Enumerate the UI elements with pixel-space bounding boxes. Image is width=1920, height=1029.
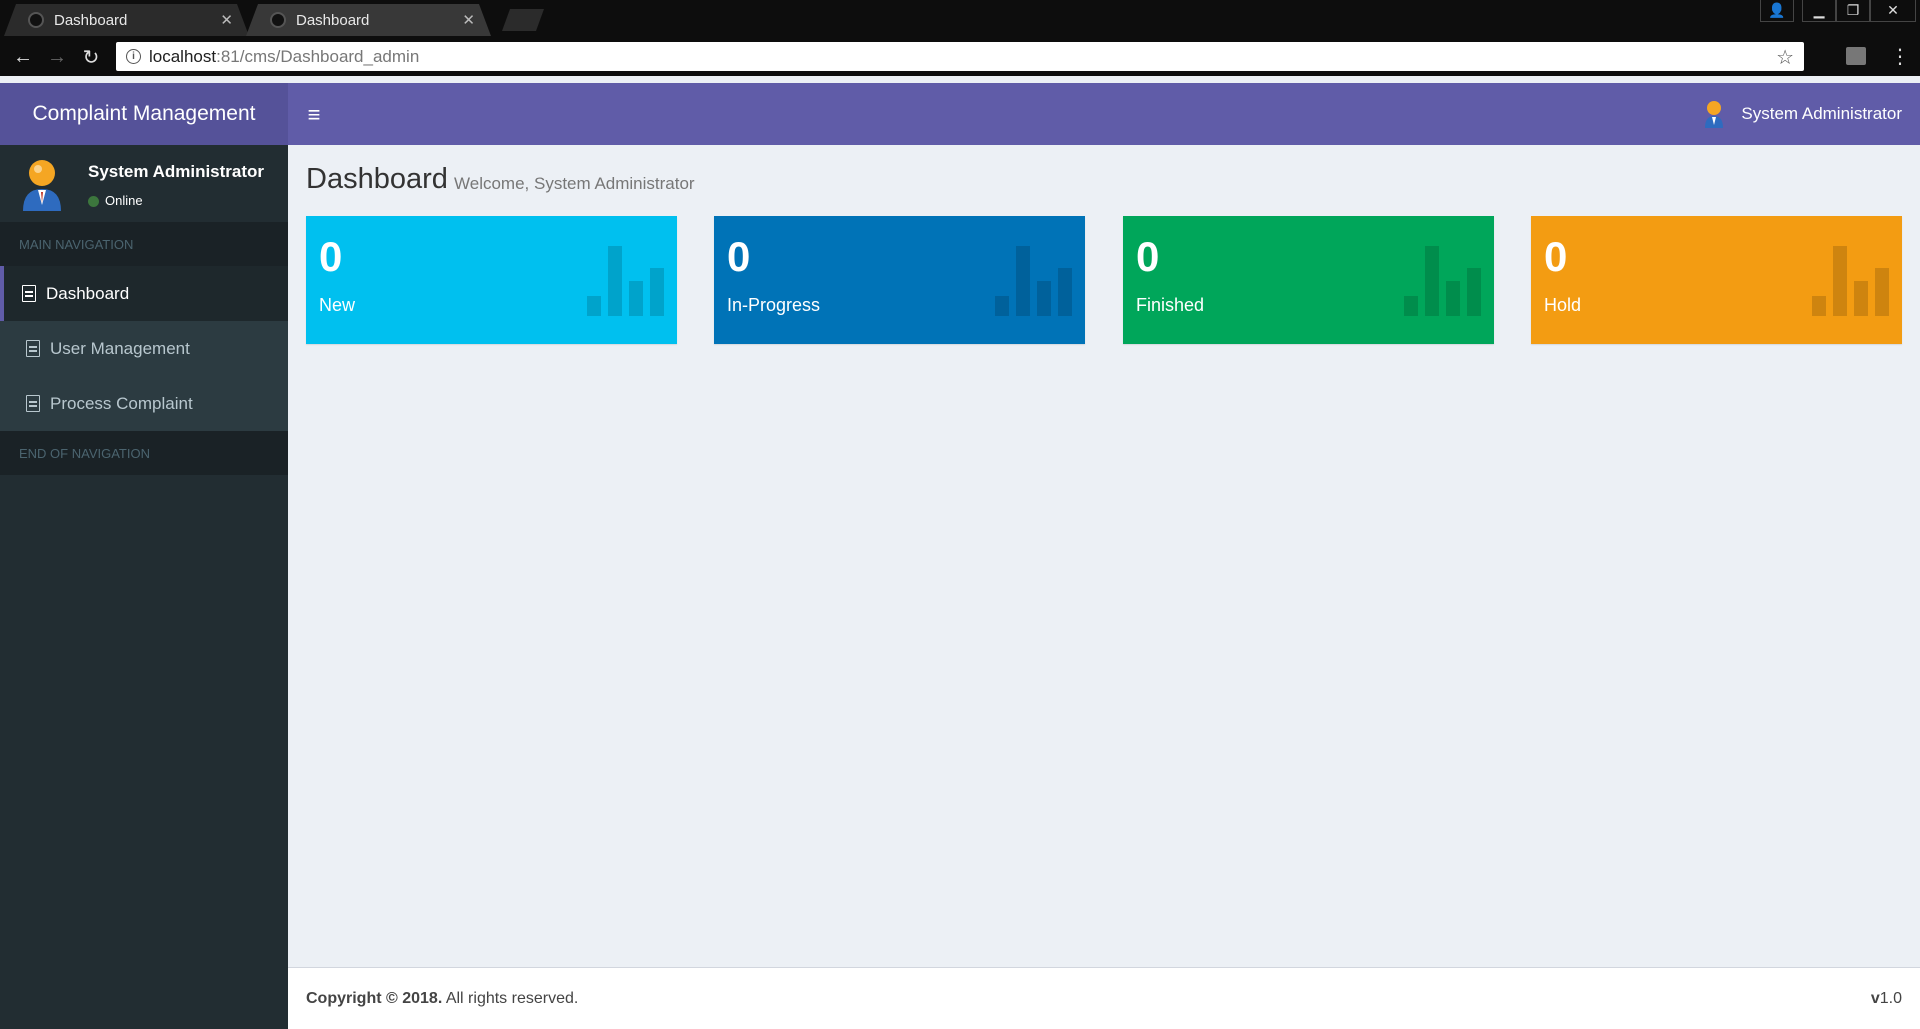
browser-toolbar: ← → ↻ i localhost:81/cms/Dashboard_admin… bbox=[0, 36, 1920, 76]
stat-count: 0 bbox=[319, 233, 343, 280]
stat-box-new[interactable]: 0 New bbox=[306, 216, 677, 344]
browser-tab-2[interactable]: Dashboard ✕ bbox=[246, 4, 491, 36]
forward-arrow-icon[interactable]: → bbox=[44, 44, 70, 70]
url-path: :81/cms/Dashboard_admin bbox=[216, 46, 420, 66]
main-content: Dashboard Welcome, System Administrator … bbox=[288, 145, 1920, 967]
restore-button[interactable]: ❐ bbox=[1836, 0, 1870, 22]
brand-logo[interactable]: Complaint Management bbox=[0, 83, 288, 145]
bar-chart-icon bbox=[1812, 246, 1890, 316]
bar-chart-icon bbox=[1404, 246, 1482, 316]
file-icon bbox=[26, 340, 40, 357]
sidebar-item-dashboard[interactable]: Dashboard bbox=[0, 266, 288, 321]
footer-copyright: Copyright © 2018. bbox=[306, 989, 443, 1007]
stat-box-hold[interactable]: 0 Hold bbox=[1531, 216, 1902, 344]
user-avatar-icon bbox=[1705, 101, 1724, 128]
file-icon bbox=[26, 395, 40, 412]
info-icon[interactable]: i bbox=[126, 49, 141, 64]
minimize-button[interactable]: ▁ bbox=[1802, 0, 1836, 22]
tab-title: Dashboard bbox=[296, 11, 370, 29]
nav-list: User Management Process Complaint bbox=[0, 321, 288, 431]
stat-box-finished[interactable]: 0 Finished bbox=[1123, 216, 1494, 344]
sidebar-item-label: Dashboard bbox=[46, 283, 130, 303]
tab-title: Dashboard bbox=[54, 11, 128, 29]
back-arrow-icon[interactable]: ← bbox=[10, 44, 36, 70]
stat-label: Finished bbox=[1136, 295, 1205, 315]
stat-label: Hold bbox=[1544, 295, 1582, 315]
extension-icon[interactable] bbox=[1846, 47, 1866, 65]
browser-tab-1[interactable]: Dashboard ✕ bbox=[4, 4, 249, 36]
profile-icon[interactable]: 👤 bbox=[1760, 0, 1794, 22]
close-window-button[interactable]: ✕ bbox=[1870, 0, 1916, 22]
tab-close-icon[interactable]: ✕ bbox=[462, 11, 475, 29]
address-bar[interactable]: i localhost:81/cms/Dashboard_admin ☆ bbox=[116, 42, 1804, 71]
sidebar-item-process-complaint[interactable]: Process Complaint bbox=[0, 376, 288, 431]
app-header: Complaint Management ≡ System Administra… bbox=[0, 83, 1920, 145]
header-user-menu[interactable]: System Administrator bbox=[1703, 83, 1902, 145]
bar-chart-icon bbox=[587, 246, 665, 316]
sidebar-item-user-management[interactable]: User Management bbox=[0, 321, 288, 376]
sidebar-toggle-icon[interactable]: ≡ bbox=[300, 101, 328, 129]
stat-count: 0 bbox=[1544, 233, 1568, 280]
sidebar-item-label: User Management bbox=[50, 338, 190, 358]
stat-count: 0 bbox=[727, 233, 751, 280]
footer: Copyright © 2018. All rights reserved. v… bbox=[288, 967, 1920, 1029]
tab-favicon-icon bbox=[270, 12, 286, 28]
browser-titlebar: Dashboard ✕ Dashboard ✕ 👤 ▁ ❐ ✕ bbox=[0, 0, 1920, 36]
stat-box-in-progress[interactable]: 0 In-Progress bbox=[714, 216, 1085, 344]
nav-section-header: MAIN NAVIGATION bbox=[0, 222, 288, 266]
file-icon bbox=[22, 285, 36, 302]
version-prefix: v bbox=[1870, 989, 1880, 1007]
bar-chart-icon bbox=[995, 246, 1073, 316]
bookmark-star-icon[interactable]: ☆ bbox=[1776, 45, 1794, 70]
version-number: 1.0 bbox=[1879, 989, 1902, 1007]
sidebar-item-label: Process Complaint bbox=[50, 393, 193, 413]
tab-close-icon[interactable]: ✕ bbox=[220, 11, 233, 29]
browser-menu-icon[interactable]: ⋮ bbox=[1890, 44, 1910, 69]
stat-count: 0 bbox=[1136, 233, 1160, 280]
nav-end-header: END OF NAVIGATION bbox=[0, 431, 288, 475]
stat-label: New bbox=[319, 295, 356, 315]
online-status-icon bbox=[88, 196, 99, 207]
sidebar-user-name: System Administrator bbox=[88, 162, 265, 181]
user-panel: System Administrator Online bbox=[0, 145, 288, 222]
reload-icon[interactable]: ↻ bbox=[78, 44, 104, 70]
new-tab-button[interactable] bbox=[502, 9, 544, 31]
stat-label: In-Progress bbox=[727, 295, 821, 315]
footer-rights: All rights reserved. bbox=[442, 989, 579, 1007]
sidebar: System Administrator Online MAIN NAVIGAT… bbox=[0, 145, 288, 1029]
page-title: Dashboard bbox=[306, 163, 448, 195]
user-avatar-icon bbox=[23, 160, 61, 211]
header-user-name: System Administrator bbox=[1741, 104, 1902, 123]
online-status-text: Online bbox=[105, 193, 143, 208]
url-host: localhost bbox=[149, 46, 217, 66]
tab-favicon-icon bbox=[28, 12, 44, 28]
page-subtitle: Welcome, System Administrator bbox=[454, 174, 695, 193]
